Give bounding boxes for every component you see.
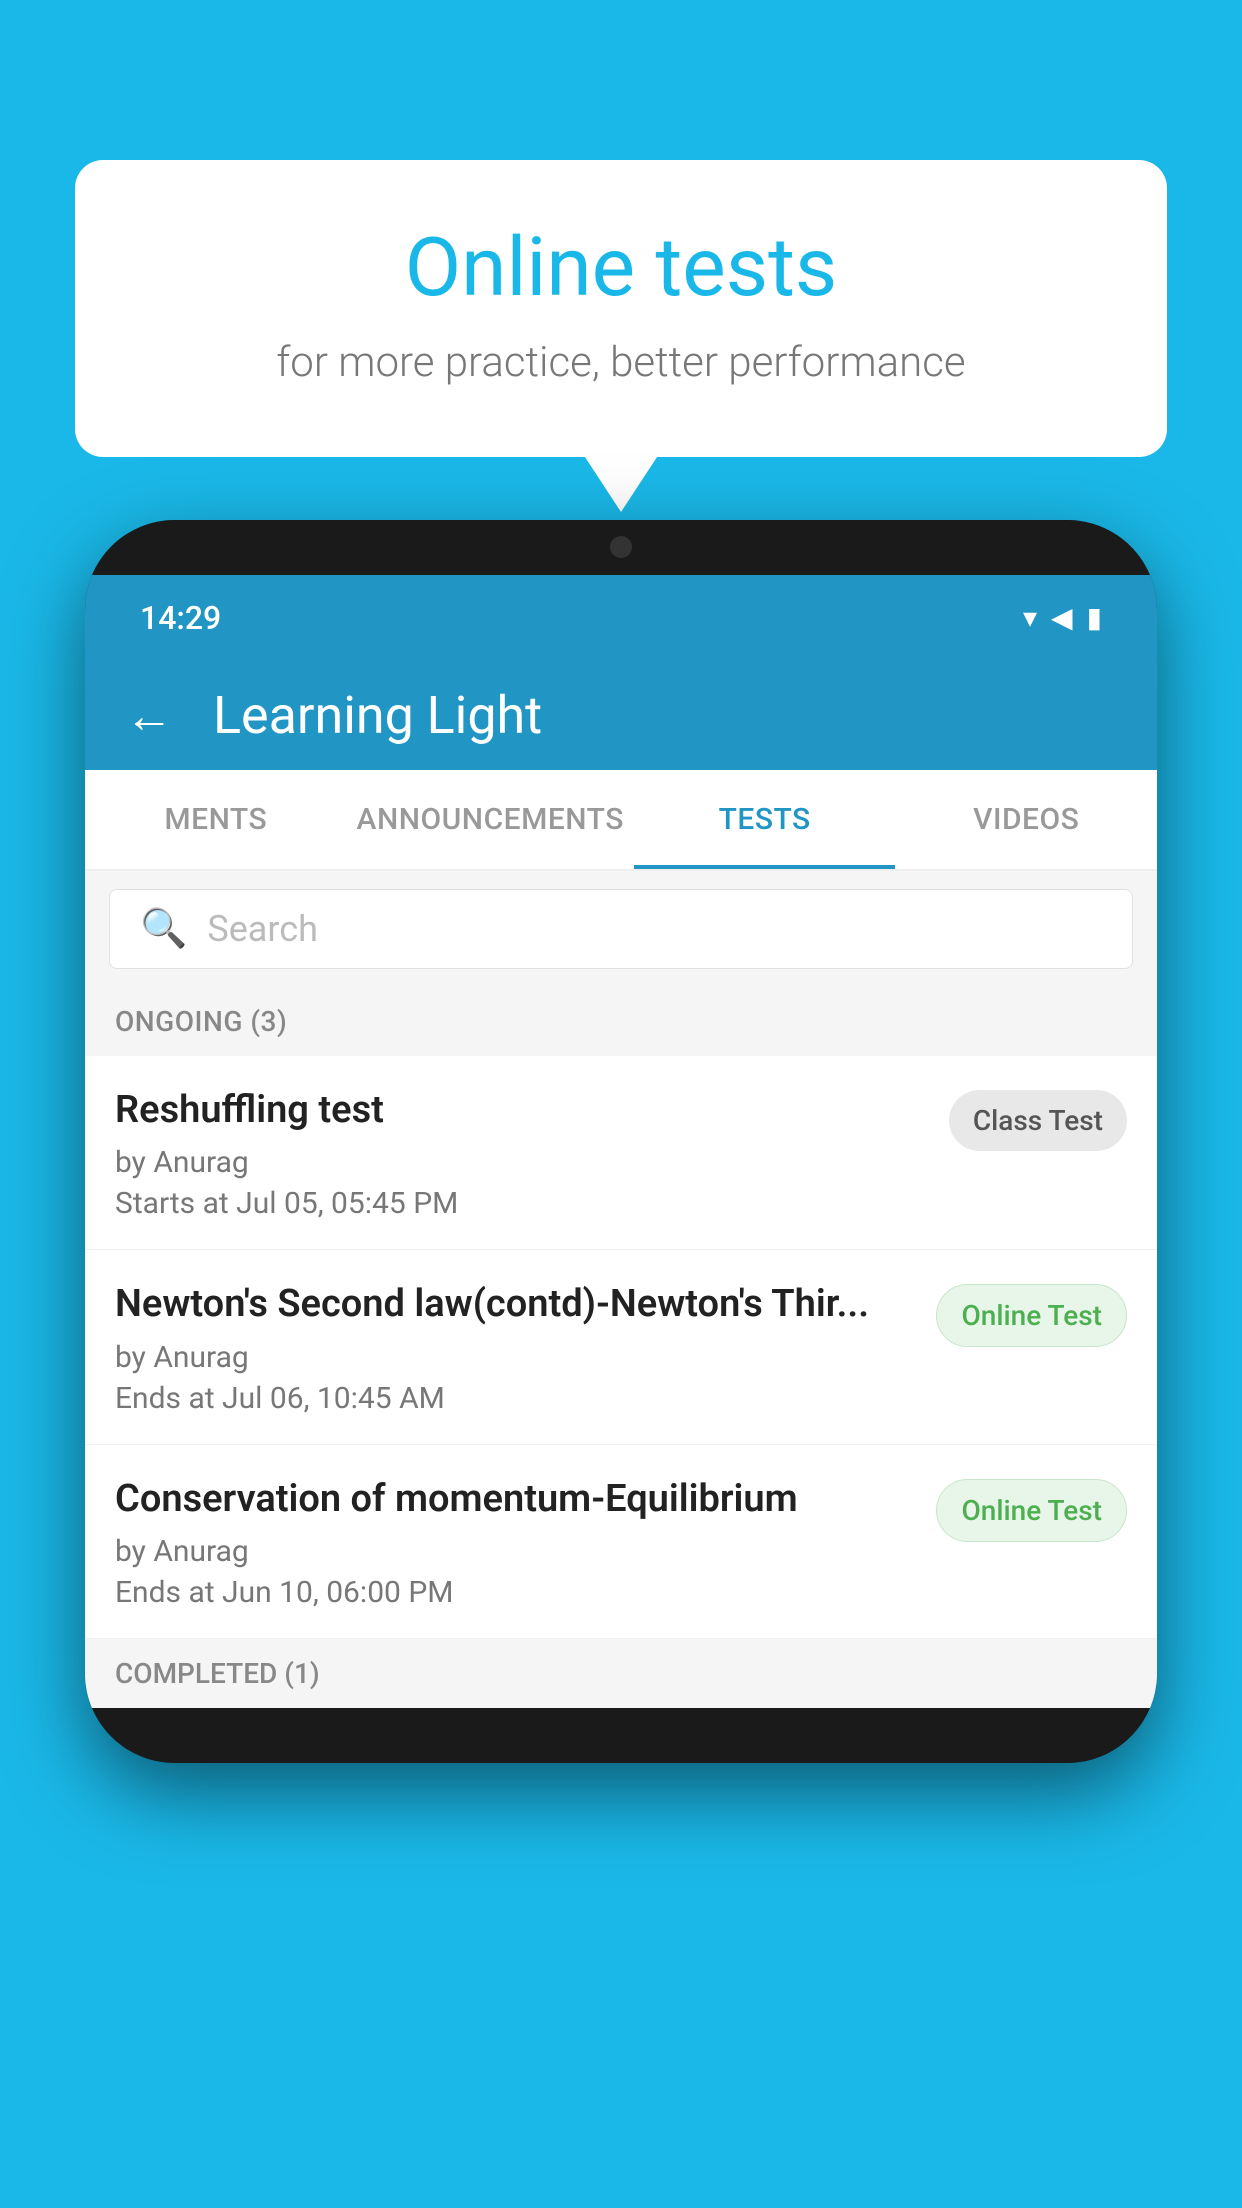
phone-top-border xyxy=(85,520,1157,575)
test-name: Reshuffling test xyxy=(115,1086,929,1135)
test-badge-online: Online Test xyxy=(936,1479,1127,1542)
phone: 14:29 ▾ ◀ ▮ ← Learning Light MENTS ANNOU… xyxy=(85,520,1157,1763)
test-by: by Anurag xyxy=(115,1534,916,1569)
back-button[interactable]: ← xyxy=(125,687,173,744)
test-badge-online: Online Test xyxy=(936,1284,1127,1347)
search-bar[interactable]: 🔍 Search xyxy=(109,889,1133,969)
test-item[interactable]: Conservation of momentum-Equilibrium by … xyxy=(85,1445,1157,1639)
test-by: by Anurag xyxy=(115,1145,929,1180)
status-bar: 14:29 ▾ ◀ ▮ xyxy=(85,575,1157,660)
test-name: Conservation of momentum-Equilibrium xyxy=(115,1475,916,1524)
speech-bubble-container: Online tests for more practice, better p… xyxy=(75,160,1167,457)
phone-bottom-bar xyxy=(85,1708,1157,1763)
test-list: Reshuffling test by Anurag Starts at Jul… xyxy=(85,1056,1157,1639)
battery-icon: ▮ xyxy=(1087,601,1102,634)
test-badge-class: Class Test xyxy=(949,1090,1127,1151)
test-info: Newton's Second law(contd)-Newton's Thir… xyxy=(115,1280,916,1415)
test-time: Starts at Jul 05, 05:45 PM xyxy=(115,1186,929,1221)
ongoing-section-header: ONGOING (3) xyxy=(85,987,1157,1056)
search-icon: 🔍 xyxy=(140,907,187,951)
signal-icon: ◀ xyxy=(1051,601,1073,634)
phone-screen: MENTS ANNOUNCEMENTS TESTS VIDEOS 🔍 Searc… xyxy=(85,770,1157,1708)
tabs-container: MENTS ANNOUNCEMENTS TESTS VIDEOS xyxy=(85,770,1157,871)
test-info: Conservation of momentum-Equilibrium by … xyxy=(115,1475,916,1610)
phone-container: 14:29 ▾ ◀ ▮ ← Learning Light MENTS ANNOU… xyxy=(85,520,1157,2208)
status-icons: ▾ ◀ ▮ xyxy=(1023,601,1102,634)
search-container: 🔍 Search xyxy=(85,871,1157,987)
search-placeholder: Search xyxy=(207,908,318,950)
bubble-title: Online tests xyxy=(155,220,1087,316)
test-info: Reshuffling test by Anurag Starts at Jul… xyxy=(115,1086,929,1221)
bubble-subtitle: for more practice, better performance xyxy=(155,338,1087,387)
test-item[interactable]: Newton's Second law(contd)-Newton's Thir… xyxy=(85,1250,1157,1444)
test-time: Ends at Jul 06, 10:45 AM xyxy=(115,1381,916,1416)
camera-dot xyxy=(610,536,632,558)
notch xyxy=(561,520,681,560)
tab-videos[interactable]: VIDEOS xyxy=(895,770,1157,869)
tab-tests[interactable]: TESTS xyxy=(634,770,896,869)
speech-bubble: Online tests for more practice, better p… xyxy=(75,160,1167,457)
completed-section-header: COMPLETED (1) xyxy=(85,1639,1157,1708)
app-title: Learning Light xyxy=(213,685,542,746)
test-time: Ends at Jun 10, 06:00 PM xyxy=(115,1575,916,1610)
test-name: Newton's Second law(contd)-Newton's Thir… xyxy=(115,1280,916,1329)
test-item[interactable]: Reshuffling test by Anurag Starts at Jul… xyxy=(85,1056,1157,1250)
app-bar: ← Learning Light xyxy=(85,660,1157,770)
test-by: by Anurag xyxy=(115,1340,916,1375)
status-time: 14:29 xyxy=(140,599,221,637)
tab-announcements[interactable]: ANNOUNCEMENTS xyxy=(347,770,634,869)
wifi-icon: ▾ xyxy=(1023,601,1037,634)
tab-ments[interactable]: MENTS xyxy=(85,770,347,869)
